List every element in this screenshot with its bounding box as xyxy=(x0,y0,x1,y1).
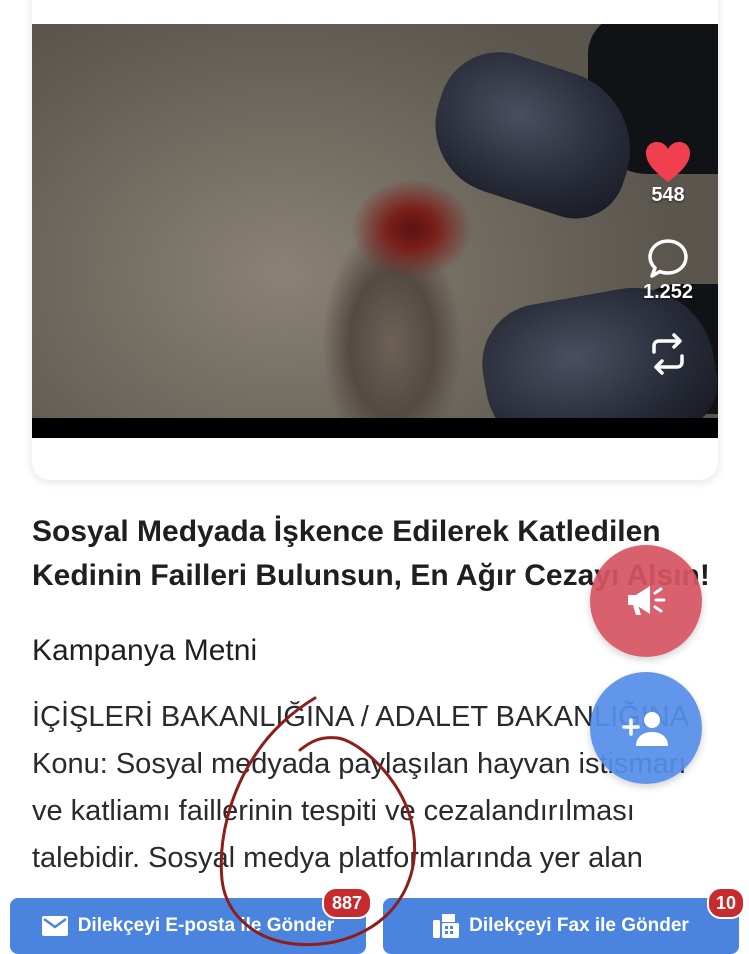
follow-campaign-button[interactable] xyxy=(590,672,702,784)
video-player[interactable] xyxy=(32,24,718,438)
video-progress-bar[interactable] xyxy=(32,418,718,438)
comment-action[interactable]: 1.252 xyxy=(640,237,696,304)
email-count-badge: 887 xyxy=(322,887,372,919)
send-email-label: Dilekçeyi E-posta ile Gönder xyxy=(77,915,335,936)
fax-icon xyxy=(433,914,460,938)
megaphone-icon xyxy=(628,586,666,615)
send-email-button[interactable]: Dilekçeyi E-posta ile Gönder xyxy=(10,898,366,954)
mail-icon xyxy=(41,916,68,936)
heart-icon[interactable] xyxy=(644,140,692,184)
comment-icon[interactable] xyxy=(646,237,690,281)
repost-icon[interactable] xyxy=(646,330,690,378)
fax-count-badge: 10 xyxy=(707,887,745,919)
like-count: 548 xyxy=(651,184,685,206)
like-action[interactable]: 548 xyxy=(640,140,696,207)
repost-action[interactable] xyxy=(640,330,696,378)
comment-count: 1.252 xyxy=(642,281,694,303)
add-person-icon xyxy=(622,712,668,746)
send-fax-button[interactable]: Dilekçeyi Fax ile Gönder xyxy=(383,898,739,954)
video-side-actions: 548 1.252 xyxy=(640,140,696,378)
bottom-action-bar: Dilekçeyi E-posta ile Gönder Dilekçeyi F… xyxy=(0,886,749,954)
share-campaign-button[interactable] xyxy=(590,545,702,657)
send-fax-label: Dilekçeyi Fax ile Gönder xyxy=(469,915,689,936)
section-heading: Kampanya Metni xyxy=(32,634,258,667)
